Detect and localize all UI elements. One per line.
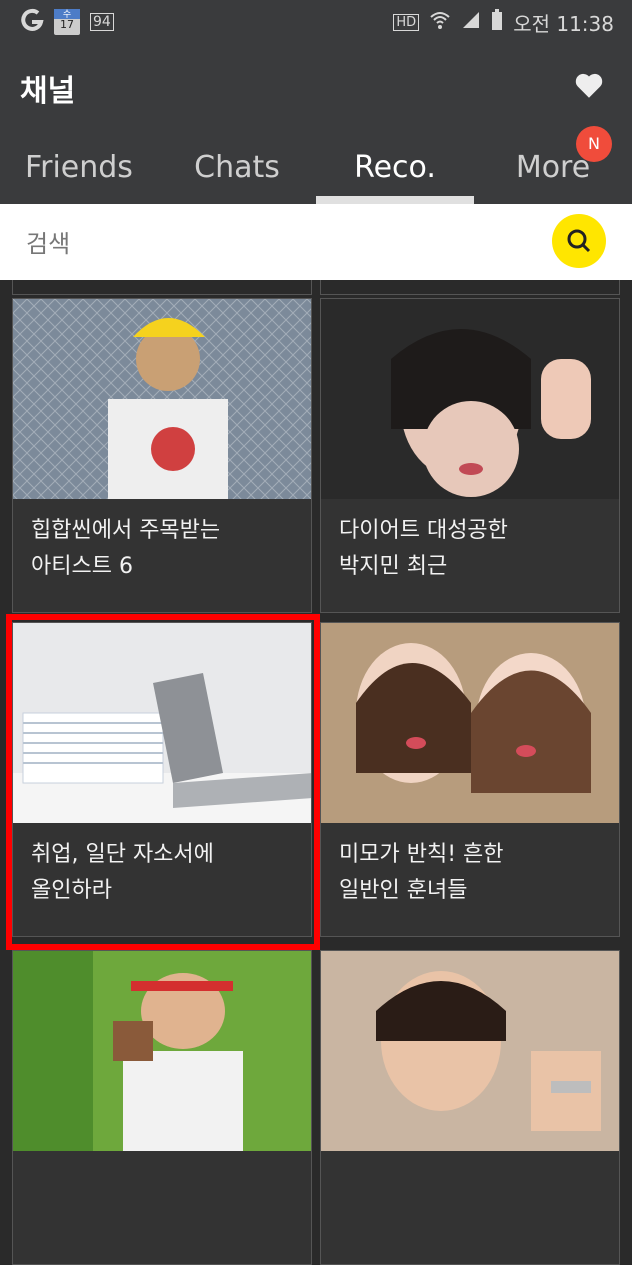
hd-icon: HD — [393, 14, 420, 31]
card-thumbnail — [13, 299, 311, 499]
tab-more[interactable]: More N — [474, 126, 632, 204]
card-caption: 미모가 반칙! 흔한 일반인 훈녀들 — [339, 842, 504, 903]
active-tab-indicator — [316, 196, 474, 204]
app-header: 채널 Friends Chats Reco. More N — [0, 44, 632, 204]
card-thumbnail — [321, 299, 619, 499]
tab-reco[interactable]: Reco. — [316, 132, 474, 204]
channel-card[interactable]: 미모가 반칙! 흔한 일반인 훈녀들 — [320, 622, 620, 937]
tab-chats[interactable]: Chats — [158, 132, 316, 204]
page-title: 채널 — [20, 74, 76, 109]
card-thumbnail — [13, 951, 311, 1151]
search-icon — [567, 229, 591, 253]
status-bar: 수 17 94 HD 오전 11:38 — [0, 0, 632, 44]
favorites-heart-icon[interactable] — [572, 68, 606, 102]
card-caption: 다이어트 대성공한 박지민 최근 — [339, 518, 508, 579]
channel-grid: 힙합씬에서 주목받는 아티스트 6 다이어트 대성공한 박지민 최근 취업, 일… — [0, 280, 632, 1265]
search-input[interactable]: 검색 — [26, 224, 70, 259]
tab-label: Reco. — [354, 150, 436, 185]
selection-highlight — [6, 614, 320, 950]
tab-label: Friends — [25, 150, 133, 185]
card-caption: 힙합씬에서 주목받는 아티스트 6 — [31, 518, 221, 579]
tab-friends[interactable]: Friends — [0, 132, 158, 204]
signal-icon — [461, 10, 481, 35]
partial-card[interactable] — [12, 280, 312, 295]
card-thumbnail — [321, 951, 619, 1151]
new-badge: N — [576, 126, 612, 162]
channel-card[interactable] — [320, 950, 620, 1265]
search-bar[interactable]: 검색 — [0, 204, 632, 280]
card-thumbnail — [321, 623, 619, 823]
main-tabs: Friends Chats Reco. More N — [0, 126, 632, 204]
battery-icon — [491, 9, 503, 36]
channel-card[interactable] — [12, 950, 312, 1265]
tab-label: Chats — [194, 150, 280, 185]
partial-card[interactable] — [320, 280, 620, 295]
channel-card[interactable]: 다이어트 대성공한 박지민 최근 — [320, 298, 620, 613]
search-button[interactable] — [552, 214, 606, 268]
wifi-icon — [429, 9, 451, 36]
carrier-icon — [20, 8, 44, 36]
channel-card[interactable]: 힙합씬에서 주목받는 아티스트 6 — [12, 298, 312, 613]
notification-icon: 94 — [90, 13, 114, 31]
calendar-icon: 수 17 — [54, 9, 80, 35]
clock-text: 오전 11:38 — [513, 12, 614, 36]
